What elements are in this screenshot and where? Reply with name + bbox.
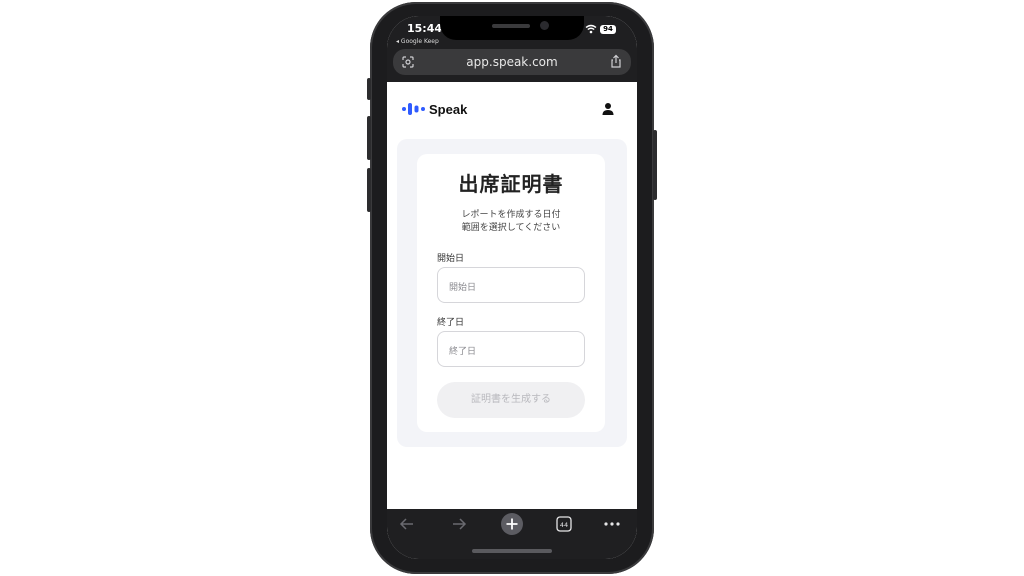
instructions-line-2: 範囲を選択してください [461,223,561,233]
status-time: 15:44 [407,22,443,35]
phone-frame: 15:44 ◂ Google Keep 94 app.speak.com Spe… [367,0,657,576]
page-title: 出席証明書 [458,172,564,196]
tabs-icon[interactable]: 44 [556,515,572,533]
site-header: Speak [387,82,637,134]
start-date-field[interactable]: 開始日 [437,267,585,303]
volume-down-button [367,168,371,212]
notch [440,16,584,40]
tab-count: 44 [560,521,568,529]
speak-logo[interactable]: Speak [401,101,468,117]
mute-switch [367,78,371,100]
power-button [653,130,657,200]
home-indicator [472,549,552,553]
forward-arrow-icon[interactable] [451,515,467,533]
earpiece [492,24,530,28]
brand-name: Speak [429,101,468,117]
new-tab-icon[interactable] [501,513,523,535]
user-icon[interactable] [601,102,615,116]
speak-logo-mark-icon [402,103,425,115]
browser-bottom-bar: 44 [387,509,637,559]
more-icon[interactable] [603,515,621,533]
end-date-label: 終了日 [437,318,465,328]
start-date-label: 開始日 [437,254,465,264]
start-date-placeholder: 開始日 [449,283,477,293]
phone-screen: 15:44 ◂ Google Keep 94 app.speak.com Spe… [387,16,637,559]
wifi-icon [585,24,597,34]
battery-indicator: 94 [600,25,616,34]
end-date-field[interactable]: 終了日 [437,331,585,367]
generate-certificate-button[interactable]: 証明書を生成する [437,382,585,418]
instructions-line-1: レポートを作成する日付 [461,210,561,220]
volume-up-button [367,116,371,160]
back-arrow-icon[interactable] [399,515,415,533]
end-date-placeholder: 終了日 [449,347,477,357]
content-panel: 出席証明書 レポートを作成する日付 範囲を選択してください 開始日 開始日 終了… [397,139,627,447]
share-icon[interactable] [609,54,623,69]
form-instructions: レポートを作成する日付 範囲を選択してください [417,209,605,235]
back-to-app-link[interactable]: ◂ Google Keep [396,38,439,45]
front-camera [540,21,549,30]
url-text[interactable]: app.speak.com [393,55,631,69]
address-bar[interactable]: app.speak.com [393,49,631,75]
certificate-form-card: 出席証明書 レポートを作成する日付 範囲を選択してください 開始日 開始日 終了… [417,154,605,432]
